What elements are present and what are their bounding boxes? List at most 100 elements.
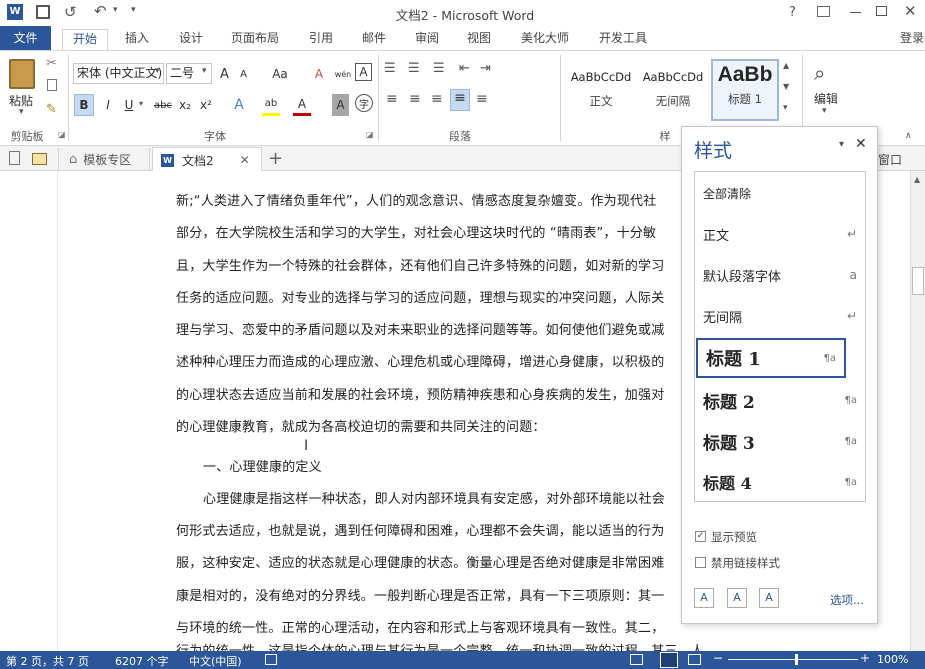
subscript-button[interactable]: x₂ [176, 94, 194, 116]
new-tab-icon[interactable]: + [268, 148, 283, 169]
undo-dropdown-icon[interactable]: ▾ [113, 5, 118, 15]
new-style-icon[interactable]: A [694, 588, 714, 608]
style-gallery-normal[interactable]: AaBbCcDd 正文 [567, 61, 635, 119]
help-button[interactable]: ? [789, 5, 796, 20]
ribbon-display-icon[interactable] [817, 6, 830, 17]
show-preview-checkbox[interactable]: ✓ [695, 531, 706, 542]
word-count[interactable]: 6207 个字 [115, 653, 169, 669]
close-icon[interactable]: ✕ [904, 2, 917, 20]
superscript-button[interactable]: x² [197, 94, 215, 116]
char-border-button[interactable]: A [355, 63, 372, 81]
decrease-indent-icon[interactable]: ⇤ [459, 61, 470, 76]
paste-icon[interactable] [9, 59, 35, 89]
align-center-icon[interactable]: ≡ [409, 91, 421, 107]
save-icon[interactable] [36, 5, 50, 19]
bullets-icon[interactable]: ☰ [384, 61, 396, 76]
style-item-clear-all[interactable]: 全部清除 [695, 174, 865, 212]
strikethrough-button[interactable]: abc [152, 94, 174, 116]
style-item-heading1[interactable]: 标题 1 ¶a [696, 338, 846, 378]
style-item-normal[interactable]: 正文 ↵ [695, 215, 865, 253]
font-name-dropdown-icon[interactable]: ▾ [155, 66, 160, 76]
style-inspector-icon[interactable]: A [727, 588, 747, 608]
zoom-slider-track[interactable] [728, 659, 858, 660]
pane-close-icon[interactable]: ✕ [855, 136, 867, 152]
tab-layout[interactable]: 页面布局 [222, 29, 288, 50]
print-layout-icon[interactable] [660, 652, 678, 668]
increase-indent-icon[interactable]: ⇥ [480, 61, 491, 76]
cut-icon[interactable]: ✂ [46, 56, 57, 71]
tab-beautify[interactable]: 美化大师 [512, 29, 578, 50]
format-painter-icon[interactable]: ✎ [46, 102, 57, 117]
underline-dropdown-icon[interactable]: ▾ [139, 99, 143, 108]
underline-button[interactable]: U [120, 94, 138, 116]
collapse-ribbon-icon[interactable]: ∧ [905, 131, 912, 141]
vertical-scrollbar[interactable]: ▲ [910, 171, 925, 651]
gallery-scroll-up-icon[interactable]: ▲ [783, 61, 789, 70]
tab-home[interactable]: 开始 [62, 29, 108, 50]
minimize-icon[interactable] [850, 12, 861, 13]
close-tab-icon[interactable]: ✕ [240, 153, 250, 167]
editing-dropdown-icon[interactable]: ▾ [822, 106, 827, 116]
tab-design[interactable]: 设计 [168, 29, 214, 50]
char-shading-button[interactable]: A [332, 94, 349, 116]
tab-insert[interactable]: 插入 [114, 29, 160, 50]
web-layout-icon[interactable] [688, 654, 701, 665]
manage-styles-icon[interactable]: A [759, 588, 779, 608]
phonetic-guide-button[interactable]: wén [333, 63, 353, 85]
open-folder-icon[interactable] [32, 153, 47, 165]
clipboard-launcher-icon[interactable]: ◪ [58, 130, 66, 139]
zoom-out-icon[interactable]: − [713, 651, 723, 665]
new-doc-icon[interactable] [9, 151, 20, 165]
macro-record-icon[interactable] [265, 654, 277, 665]
page-count[interactable]: 第 2 页，共 7 页 [6, 653, 89, 669]
scroll-up-icon[interactable]: ▲ [914, 175, 920, 184]
editing-button[interactable]: 编辑 [814, 90, 838, 107]
window-menu-label[interactable]: 窗口 [878, 151, 902, 168]
tab-references[interactable]: 引用 [298, 29, 344, 50]
language[interactable]: 中文(中国) [189, 653, 242, 669]
tab-mailings[interactable]: 邮件 [351, 29, 397, 50]
signin-link[interactable]: 登录 [900, 29, 924, 46]
highlight-button[interactable]: ab [262, 94, 280, 116]
maximize-icon[interactable] [876, 6, 887, 16]
italic-button[interactable]: I [98, 94, 118, 116]
style-gallery-heading1[interactable]: AaBb 标题 1 [711, 59, 779, 121]
align-left-icon[interactable]: ≡ [386, 91, 398, 107]
tab-review[interactable]: 审阅 [404, 29, 450, 50]
font-color-button[interactable]: A [293, 94, 311, 116]
multilevel-icon[interactable]: ☰ [433, 61, 445, 76]
repeat-icon[interactable]: ↺ [64, 3, 77, 21]
read-mode-icon[interactable] [630, 654, 643, 665]
clear-format-button[interactable]: A [310, 63, 328, 85]
text-effects-button[interactable]: A [230, 94, 248, 116]
numbering-icon[interactable]: ☰ [408, 61, 420, 76]
gallery-scroll-down-icon[interactable]: ▼ [783, 82, 789, 91]
pane-options-icon[interactable]: ▾ [839, 139, 844, 150]
align-right-icon[interactable]: ≡ [431, 91, 443, 107]
style-item-heading2[interactable]: 标题 2 ¶a [695, 380, 865, 420]
grow-font-button[interactable]: A [216, 63, 233, 85]
document-tab[interactable]: W 文档2 ✕ [152, 147, 262, 172]
bold-button[interactable]: B [74, 94, 94, 116]
zoom-level[interactable]: 100% [877, 653, 908, 666]
distributed-icon[interactable]: ≡ [476, 91, 488, 107]
style-item-default-font[interactable]: 默认段落字体 a [695, 256, 865, 294]
style-gallery-no-spacing[interactable]: AaBbCcDd 无间隔 [639, 61, 707, 119]
paste-dropdown-icon[interactable]: ▾ [19, 107, 24, 117]
font-launcher-icon[interactable]: ◪ [366, 130, 374, 139]
style-item-no-spacing[interactable]: 无间隔 ↵ [695, 297, 865, 335]
copy-icon[interactable] [47, 79, 57, 91]
customize-qat-icon[interactable]: ▾ [131, 5, 136, 15]
enclose-char-button[interactable]: 字 [355, 94, 373, 112]
style-item-heading4[interactable]: 标题 4 ¶a [695, 462, 865, 502]
tab-developer[interactable]: 开发工具 [590, 29, 656, 50]
file-tab[interactable]: 文件 [0, 26, 51, 50]
options-link[interactable]: 选项... [830, 592, 864, 608]
tab-view[interactable]: 视图 [456, 29, 502, 50]
font-size-dropdown-icon[interactable]: ▾ [202, 66, 207, 76]
scroll-thumb[interactable] [912, 267, 924, 295]
font-name-combo[interactable]: 宋体 (中文正文) [73, 63, 164, 84]
justify-icon[interactable]: ≡ [450, 89, 470, 111]
find-binoculars-icon[interactable]: ⌕ [814, 61, 825, 85]
gallery-more-icon[interactable]: ▾ [783, 103, 788, 113]
